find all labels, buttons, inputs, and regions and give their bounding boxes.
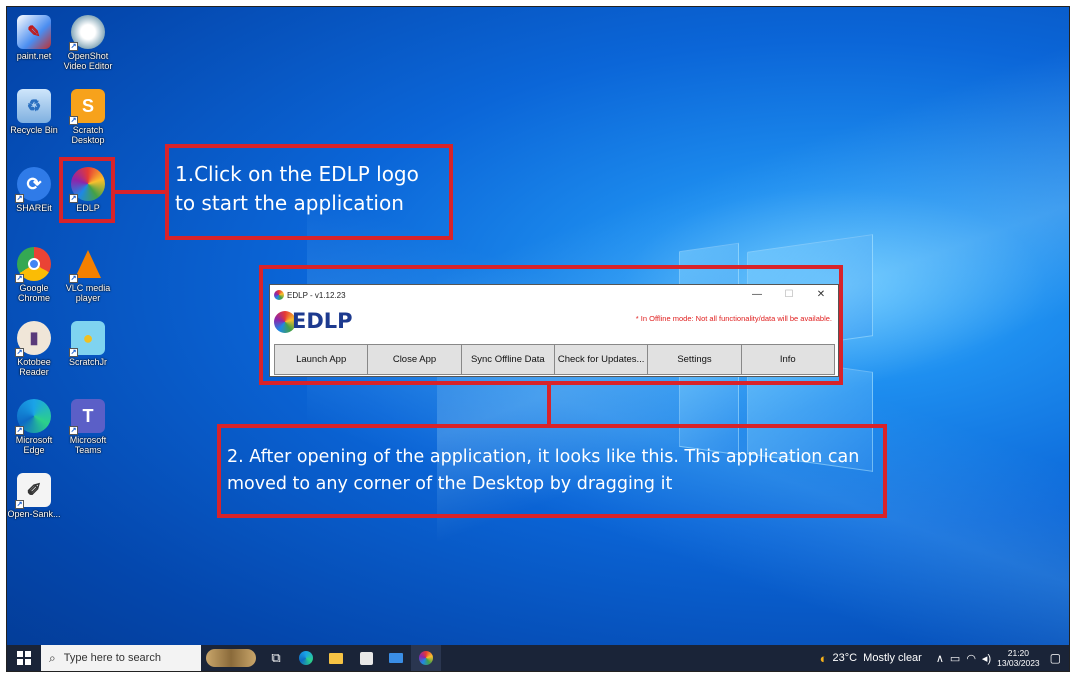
launch-app-button[interactable]: Launch App — [274, 344, 369, 375]
windows-start-icon — [17, 651, 31, 665]
scratchjr-icon: ● ↗ — [69, 321, 105, 357]
desktop-icon-label: Open-Sank... — [7, 509, 61, 519]
edlp-header: EDLP * In Offline mode: Not all function… — [270, 305, 838, 343]
edge-taskbar-icon[interactable] — [291, 645, 321, 671]
maximize-button[interactable]: ☐ — [774, 287, 804, 303]
chevron-up-icon[interactable]: ∧ — [936, 652, 944, 665]
edlp-button-bar: Launch App Close App Sync Offline Data C… — [274, 344, 835, 375]
desktop-icon-label: Recycle Bin — [10, 125, 58, 135]
desktop-icon-label: SHAREit — [16, 203, 52, 213]
search-icon: ⌕ — [49, 650, 56, 665]
step1-text-line1: 1.Click on the EDLP logo — [175, 162, 419, 186]
desktop-icon-label: Microsoft Teams — [69, 435, 107, 455]
settings-button[interactable]: Settings — [647, 344, 742, 375]
desktop-icon-kotobee[interactable]: ▮ ↗ Kotobee Reader — [7, 321, 61, 377]
step2-callout-box: 2. After opening of the application, it … — [217, 424, 887, 518]
desktop-screen: ✎ paint.net ↗ OpenShot Video Editor ♻ Re… — [6, 6, 1070, 672]
edlp-app-window[interactable]: EDLP - v1.12.23 — ☐ ✕ EDLP * In Offline … — [269, 284, 839, 377]
edlp-window-title: EDLP - v1.12.23 — [287, 290, 346, 300]
desktop-icon-scratch[interactable]: S ↗ Scratch Desktop — [61, 89, 115, 145]
desktop-icon-recycle-bin[interactable]: ♻ Recycle Bin — [7, 89, 61, 135]
desktop-icon-label: OpenShot Video Editor — [63, 51, 113, 71]
file-explorer-icon[interactable] — [321, 645, 351, 671]
desktop-icon-teams[interactable]: T ↗ Microsoft Teams — [61, 399, 115, 455]
recycle-bin-icon: ♻ — [17, 89, 51, 123]
close-button[interactable]: ✕ — [806, 287, 836, 303]
start-button[interactable] — [7, 645, 41, 671]
scratch-icon: S ↗ — [69, 89, 105, 125]
desktop-icon-label: Google Chrome — [17, 283, 50, 303]
desktop-icon-shareit[interactable]: ⟳ ↗ SHAREit — [7, 167, 61, 213]
kotobee-icon: ▮ ↗ — [15, 321, 51, 357]
close-app-button[interactable]: Close App — [367, 344, 462, 375]
desktop-icon-label: Microsoft Edge — [15, 435, 53, 455]
desktop-icon-label: paint.net — [16, 51, 52, 61]
store-icon[interactable] — [351, 645, 381, 671]
desktop-icon-label: VLC media player — [65, 283, 111, 303]
edlp-title-logo-icon — [274, 290, 284, 300]
shareit-icon: ⟳ ↗ — [15, 167, 51, 203]
edlp-taskbar-icon[interactable] — [411, 645, 441, 671]
wifi-icon[interactable]: ◠ — [966, 652, 976, 665]
task-view-icon[interactable]: ⧉ — [261, 645, 291, 671]
desktop-icon-label: Kotobee Reader — [17, 357, 51, 377]
step1-text-line2: to start the application — [175, 191, 404, 215]
search-highlight-image — [201, 645, 261, 671]
step2-text-line2: moved to any corner of the Desktop by dr… — [227, 474, 673, 494]
weather-icon: ◐ — [819, 650, 828, 666]
edlp-logo-text: EDLP — [292, 309, 353, 333]
notification-icon[interactable]: ▢ — [1050, 651, 1061, 665]
search-placeholder: Type here to search — [63, 652, 161, 664]
edlp-icon-highlight-box — [59, 157, 115, 223]
clock-time: 21:20 — [1007, 648, 1030, 658]
taskbar: ⌕ Type here to search ⧉ ◐ 23°C Mostly cl… — [7, 645, 1069, 671]
desktop-icon-opensankore[interactable]: ✐ ↗ Open-Sank... — [7, 473, 61, 519]
opensankore-icon: ✐ ↗ — [15, 473, 51, 509]
callout-connector-line — [547, 383, 551, 425]
openshot-icon: ↗ — [69, 15, 105, 51]
paintnet-icon: ✎ — [17, 15, 51, 49]
callout-connector-line — [115, 190, 165, 194]
vlc-icon: ↗ — [69, 247, 105, 283]
offline-mode-notice: * In Offline mode: Not all functionality… — [635, 314, 832, 323]
system-tray: ◐ 23°C Mostly clear ∧ ▭ ◠ ◂) 21:20 13/03… — [819, 645, 1069, 671]
volume-icon[interactable]: ◂) — [982, 652, 991, 665]
desktop-icon-vlc[interactable]: ↗ VLC media player — [61, 247, 115, 303]
mail-icon[interactable] — [381, 645, 411, 671]
desktop-icon-label: Scratch Desktop — [71, 125, 105, 145]
desktop-icon-paintnet[interactable]: ✎ paint.net — [7, 15, 61, 61]
clock-date: 13/03/2023 — [997, 658, 1040, 668]
chrome-icon: ↗ — [15, 247, 51, 283]
taskbar-search-box[interactable]: ⌕ Type here to search — [41, 645, 201, 671]
minimize-button[interactable]: — — [742, 287, 772, 303]
clock[interactable]: 21:20 13/03/2023 — [997, 648, 1040, 668]
info-button[interactable]: Info — [740, 344, 835, 375]
sync-offline-data-button[interactable]: Sync Offline Data — [460, 344, 555, 375]
teams-icon: T ↗ — [69, 399, 105, 435]
battery-icon[interactable]: ▭ — [950, 652, 960, 665]
desktop-icon-chrome[interactable]: ↗ Google Chrome — [7, 247, 61, 303]
edlp-titlebar[interactable]: EDLP - v1.12.23 — ☐ ✕ — [270, 285, 838, 305]
step1-callout-box: 1.Click on the EDLP logo to start the ap… — [165, 144, 453, 240]
desktop-icon-scratchjr[interactable]: ● ↗ ScratchJr — [61, 321, 115, 367]
edge-icon: ↗ — [15, 399, 51, 435]
desktop-icon-edge[interactable]: ↗ Microsoft Edge — [7, 399, 61, 455]
desktop-icon-openshot[interactable]: ↗ OpenShot Video Editor — [61, 15, 115, 71]
check-for-updates-button[interactable]: Check for Updates... — [553, 344, 649, 375]
weather-text[interactable]: 23°C Mostly clear — [832, 652, 921, 664]
step2-text-line1: 2. After opening of the application, it … — [227, 447, 860, 467]
desktop-icon-label: ScratchJr — [68, 357, 107, 367]
